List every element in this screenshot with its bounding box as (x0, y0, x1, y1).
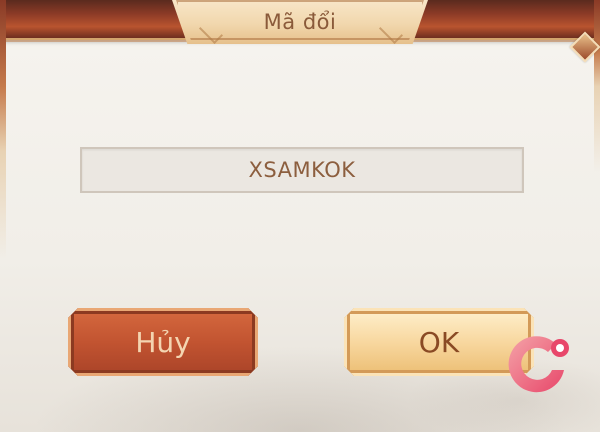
redeem-code-input[interactable]: XSAMKOK (80, 147, 524, 193)
dialog-title: Mã đổi (263, 10, 337, 34)
g-logo-icon (508, 336, 569, 393)
cancel-button[interactable]: Hủy (68, 308, 258, 376)
dialog-right-frame (594, 0, 600, 432)
dialog-left-frame (0, 0, 6, 432)
